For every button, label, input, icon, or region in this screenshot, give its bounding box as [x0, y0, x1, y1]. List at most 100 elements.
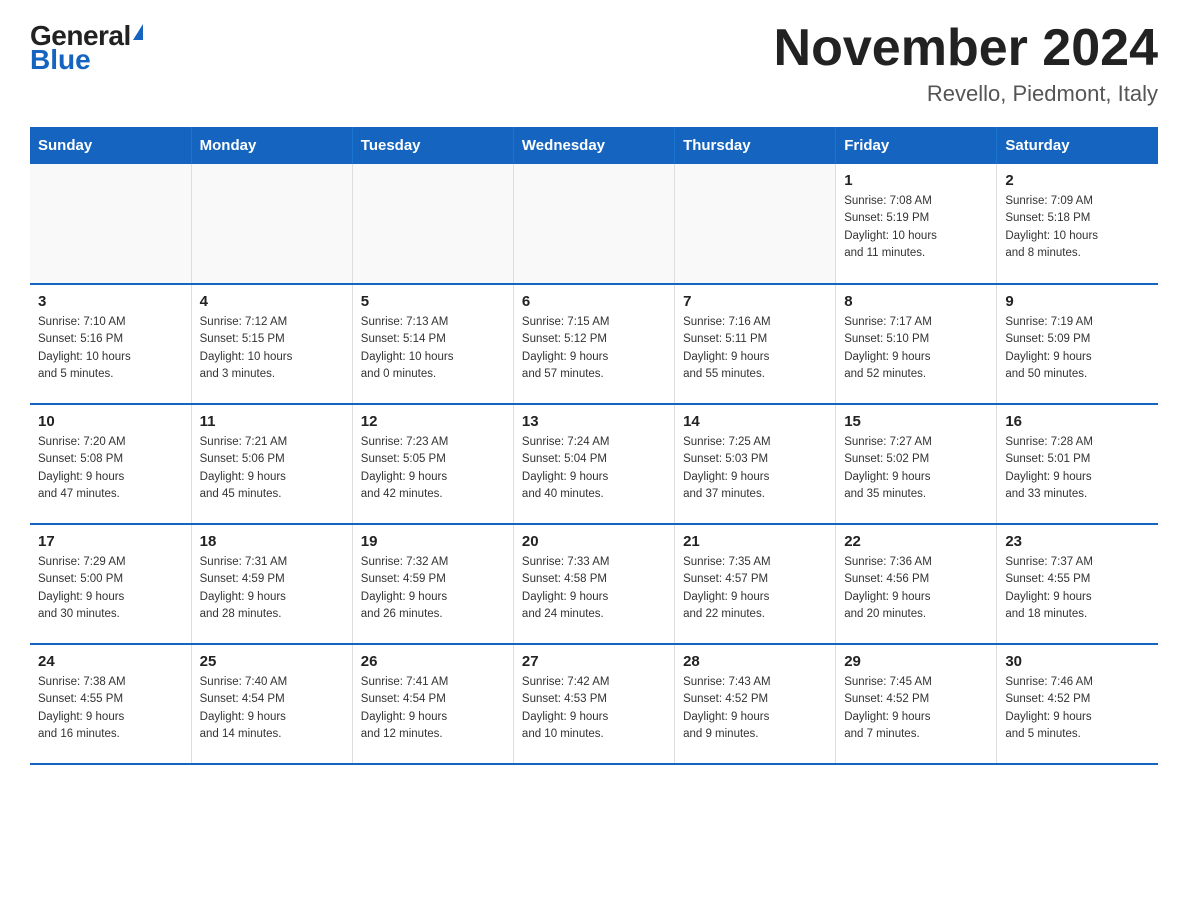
weekday-header-saturday: Saturday — [997, 127, 1158, 164]
day-info: Sunrise: 7:16 AM Sunset: 5:11 PM Dayligh… — [683, 314, 827, 383]
day-cell: 2 Sunrise: 7:09 AM Sunset: 5:18 PM Daylig… — [997, 164, 1158, 284]
day-info: Sunrise: 7:29 AM Sunset: 5:00 PM Dayligh… — [38, 554, 183, 623]
day-info: Sunrise: 7:20 AM Sunset: 5:08 PM Dayligh… — [38, 434, 183, 503]
day-cell: 20 Sunrise: 7:33 AM Sunset: 4:58 PM Dayli… — [513, 524, 674, 644]
week-row-1: 1 Sunrise: 7:08 AM Sunset: 5:19 PM Daylig… — [30, 164, 1158, 284]
day-cell: 10Sunrise: 7:20 AM Sunset: 5:08 PM Dayli… — [30, 404, 191, 524]
day-info: Sunrise: 7:24 AM Sunset: 5:04 PM Dayligh… — [522, 434, 666, 503]
weekday-header-thursday: Thursday — [675, 127, 836, 164]
logo-triangle-icon — [133, 24, 143, 40]
day-number: 27 — [522, 653, 666, 670]
day-cell: 15 Sunrise: 7:27 AM Sunset: 5:02 PM Dayli… — [836, 404, 997, 524]
day-cell — [675, 164, 836, 284]
day-cell: 27 Sunrise: 7:42 AM Sunset: 4:53 PM Dayli… — [513, 644, 674, 764]
day-number: 22 — [844, 533, 988, 550]
day-cell: 17 Sunrise: 7:29 AM Sunset: 5:00 PM Dayli… — [30, 524, 191, 644]
day-info: Sunrise: 7:15 AM Sunset: 5:12 PM Dayligh… — [522, 314, 666, 383]
day-number: 29 — [844, 653, 988, 670]
day-number: 4 — [200, 293, 344, 310]
logo-blue-text: Blue — [30, 44, 91, 76]
day-number: 17 — [38, 533, 183, 550]
day-info: Sunrise: 7:23 AM Sunset: 5:05 PM Dayligh… — [361, 434, 505, 503]
day-cell: 26 Sunrise: 7:41 AM Sunset: 4:54 PM Dayli… — [352, 644, 513, 764]
day-info: Sunrise: 7:08 AM Sunset: 5:19 PM Dayligh… — [844, 193, 988, 262]
day-info: Sunrise: 7:43 AM Sunset: 4:52 PM Dayligh… — [683, 674, 827, 743]
day-number: 24 — [38, 653, 183, 670]
day-info: Sunrise: 7:45 AM Sunset: 4:52 PM Dayligh… — [844, 674, 988, 743]
day-info: Sunrise: 7:35 AM Sunset: 4:57 PM Dayligh… — [683, 554, 827, 623]
day-info: Sunrise: 7:27 AM Sunset: 5:02 PM Dayligh… — [844, 434, 988, 503]
day-cell: 19Sunrise: 7:32 AM Sunset: 4:59 PM Dayli… — [352, 524, 513, 644]
weekday-header-row: SundayMondayTuesdayWednesdayThursdayFrid… — [30, 127, 1158, 164]
week-row-5: 24Sunrise: 7:38 AM Sunset: 4:55 PM Dayli… — [30, 644, 1158, 764]
day-info: Sunrise: 7:19 AM Sunset: 5:09 PM Dayligh… — [1005, 314, 1150, 383]
day-info: Sunrise: 7:36 AM Sunset: 4:56 PM Dayligh… — [844, 554, 988, 623]
day-cell: 12 Sunrise: 7:23 AM Sunset: 5:05 PM Dayli… — [352, 404, 513, 524]
day-number: 21 — [683, 533, 827, 550]
day-number: 19 — [361, 533, 505, 550]
weekday-header-wednesday: Wednesday — [513, 127, 674, 164]
day-number: 3 — [38, 293, 183, 310]
page-header: General Blue November 2024 Revello, Pied… — [30, 20, 1158, 107]
day-number: 13 — [522, 413, 666, 430]
week-row-4: 17 Sunrise: 7:29 AM Sunset: 5:00 PM Dayli… — [30, 524, 1158, 644]
day-info: Sunrise: 7:28 AM Sunset: 5:01 PM Dayligh… — [1005, 434, 1150, 503]
day-number: 9 — [1005, 293, 1150, 310]
day-info: Sunrise: 7:13 AM Sunset: 5:14 PM Dayligh… — [361, 314, 505, 383]
weekday-header-friday: Friday — [836, 127, 997, 164]
calendar-table: SundayMondayTuesdayWednesdayThursdayFrid… — [30, 127, 1158, 765]
day-cell — [191, 164, 352, 284]
title-block: November 2024 Revello, Piedmont, Italy — [774, 20, 1158, 107]
day-cell: 7 Sunrise: 7:16 AM Sunset: 5:11 PM Daylig… — [675, 284, 836, 404]
day-cell: 11Sunrise: 7:21 AM Sunset: 5:06 PM Dayli… — [191, 404, 352, 524]
calendar-subtitle: Revello, Piedmont, Italy — [774, 81, 1158, 107]
day-info: Sunrise: 7:41 AM Sunset: 4:54 PM Dayligh… — [361, 674, 505, 743]
day-info: Sunrise: 7:40 AM Sunset: 4:54 PM Dayligh… — [200, 674, 344, 743]
day-number: 16 — [1005, 413, 1150, 430]
day-number: 26 — [361, 653, 505, 670]
day-number: 12 — [361, 413, 505, 430]
day-number: 20 — [522, 533, 666, 550]
day-cell: 30 Sunrise: 7:46 AM Sunset: 4:52 PM Dayli… — [997, 644, 1158, 764]
day-number: 2 — [1005, 172, 1150, 189]
day-cell: 16 Sunrise: 7:28 AM Sunset: 5:01 PM Dayli… — [997, 404, 1158, 524]
day-number: 11 — [200, 413, 344, 430]
day-number: 25 — [200, 653, 344, 670]
day-number: 8 — [844, 293, 988, 310]
day-number: 28 — [683, 653, 827, 670]
calendar-title: November 2024 — [774, 20, 1158, 77]
day-info: Sunrise: 7:17 AM Sunset: 5:10 PM Dayligh… — [844, 314, 988, 383]
logo: General Blue — [30, 20, 143, 76]
weekday-header-tuesday: Tuesday — [352, 127, 513, 164]
day-number: 14 — [683, 413, 827, 430]
day-cell: 4 Sunrise: 7:12 AM Sunset: 5:15 PM Daylig… — [191, 284, 352, 404]
day-cell: 29 Sunrise: 7:45 AM Sunset: 4:52 PM Dayli… — [836, 644, 997, 764]
day-number: 30 — [1005, 653, 1150, 670]
day-number: 6 — [522, 293, 666, 310]
day-number: 7 — [683, 293, 827, 310]
day-number: 1 — [844, 172, 988, 189]
day-info: Sunrise: 7:46 AM Sunset: 4:52 PM Dayligh… — [1005, 674, 1150, 743]
day-info: Sunrise: 7:10 AM Sunset: 5:16 PM Dayligh… — [38, 314, 183, 383]
day-number: 18 — [200, 533, 344, 550]
day-cell: 22 Sunrise: 7:36 AM Sunset: 4:56 PM Dayli… — [836, 524, 997, 644]
day-cell: 18Sunrise: 7:31 AM Sunset: 4:59 PM Dayli… — [191, 524, 352, 644]
day-number: 23 — [1005, 533, 1150, 550]
day-info: Sunrise: 7:09 AM Sunset: 5:18 PM Dayligh… — [1005, 193, 1150, 262]
day-cell: 21 Sunrise: 7:35 AM Sunset: 4:57 PM Dayli… — [675, 524, 836, 644]
week-row-3: 10Sunrise: 7:20 AM Sunset: 5:08 PM Dayli… — [30, 404, 1158, 524]
day-cell — [513, 164, 674, 284]
day-info: Sunrise: 7:42 AM Sunset: 4:53 PM Dayligh… — [522, 674, 666, 743]
day-info: Sunrise: 7:12 AM Sunset: 5:15 PM Dayligh… — [200, 314, 344, 383]
weekday-header-sunday: Sunday — [30, 127, 191, 164]
day-info: Sunrise: 7:33 AM Sunset: 4:58 PM Dayligh… — [522, 554, 666, 623]
day-cell: 6 Sunrise: 7:15 AM Sunset: 5:12 PM Daylig… — [513, 284, 674, 404]
day-info: Sunrise: 7:25 AM Sunset: 5:03 PM Dayligh… — [683, 434, 827, 503]
weekday-header-monday: Monday — [191, 127, 352, 164]
day-cell: 24Sunrise: 7:38 AM Sunset: 4:55 PM Dayli… — [30, 644, 191, 764]
day-number: 15 — [844, 413, 988, 430]
day-cell: 8 Sunrise: 7:17 AM Sunset: 5:10 PM Daylig… — [836, 284, 997, 404]
week-row-2: 3 Sunrise: 7:10 AM Sunset: 5:16 PM Daylig… — [30, 284, 1158, 404]
day-cell: 14 Sunrise: 7:25 AM Sunset: 5:03 PM Dayli… — [675, 404, 836, 524]
day-number: 5 — [361, 293, 505, 310]
